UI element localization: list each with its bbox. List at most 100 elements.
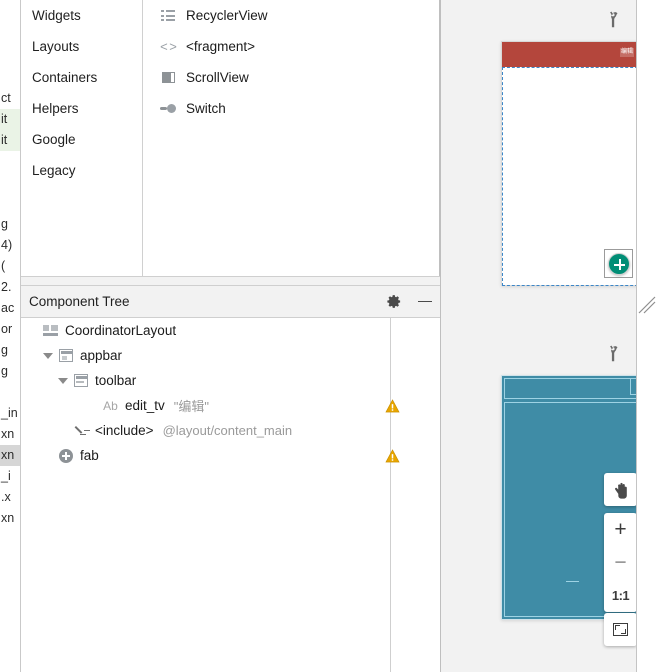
project-tree-row[interactable]: [0, 382, 20, 403]
project-tree-row[interactable]: xn: [0, 424, 20, 445]
component-tree-title: Component Tree: [29, 294, 130, 309]
include-icon: [72, 423, 89, 438]
project-tree-row[interactable]: xn: [0, 508, 20, 529]
project-tree-row[interactable]: g: [0, 214, 20, 235]
project-tree-row[interactable]: [0, 46, 20, 67]
fab-icon: [57, 448, 74, 463]
palette-category-containers[interactable]: Containers: [21, 62, 142, 93]
fit-to-screen-button[interactable]: [604, 613, 637, 646]
palette-item[interactable]: Switch: [144, 93, 439, 124]
warning-icon[interactable]: [385, 448, 400, 463]
wrench-icon[interactable]: [605, 345, 621, 363]
palette-item[interactable]: ScrollView: [144, 62, 439, 93]
blueprint-toolbar: [504, 378, 636, 399]
project-tree-row[interactable]: [0, 25, 20, 46]
list-icon: [159, 8, 177, 24]
fit-to-screen-icon: [613, 623, 628, 636]
actual-size-button[interactable]: 1:1: [604, 579, 637, 612]
component-tree-node-subtext: "编辑": [173, 399, 210, 414]
project-tree-row[interactable]: it: [0, 109, 20, 130]
palette-category-widgets[interactable]: Widgets: [21, 0, 142, 31]
scrollview-icon: [159, 70, 177, 86]
palette-item-label: ScrollView: [186, 70, 249, 85]
zoom-in-button[interactable]: +: [604, 513, 637, 546]
toolbar-icon: [72, 373, 89, 388]
component-tree-node[interactable]: Ab edit_tv "编辑": [21, 393, 440, 418]
project-tree-row[interactable]: _in: [0, 403, 20, 424]
horizontal-splitter[interactable]: [21, 276, 440, 286]
palette-item-label: RecyclerView: [186, 8, 268, 23]
palette-category-legacy[interactable]: Legacy: [21, 155, 142, 186]
zoom-button-stack[interactable]: + − 1:1: [604, 513, 637, 612]
palette-item-label: <fragment>: [186, 39, 256, 54]
palette-category-list[interactable]: Widgets Layouts Containers Helpers Google Leg…: [21, 0, 143, 276]
palette-category-layouts[interactable]: Layouts: [21, 31, 142, 62]
wrench-icon[interactable]: [605, 11, 621, 29]
component-tree-node-label: CoordinatorLayout: [65, 323, 177, 338]
coordinator-layout-icon: [42, 323, 59, 338]
component-tree-node[interactable]: toolbar: [21, 368, 440, 393]
palette-item-label: Switch: [186, 101, 226, 116]
project-tree-row[interactable]: ac: [0, 298, 20, 319]
design-preview-device[interactable]: 编辑: [501, 41, 636, 286]
palette-category-google[interactable]: Google: [21, 124, 142, 155]
project-tree-row[interactable]: [0, 172, 20, 193]
right-rail: [636, 0, 658, 672]
appbar-icon: [57, 348, 74, 363]
blueprint-fab-outline: [566, 581, 579, 582]
layout-editor-window: ct it it g 4)(2. ac or g g _in xn xn _i .x xn Widgets L…: [0, 0, 658, 672]
project-tree-row[interactable]: [0, 151, 20, 172]
palette-item[interactable]: < > <fragment>: [144, 31, 439, 62]
project-tree-row[interactable]: ct: [0, 88, 20, 109]
component-tree-header: Component Tree: [21, 286, 440, 318]
project-tree-row[interactable]: [0, 67, 20, 88]
component-tree-node-label: appbar: [80, 348, 123, 363]
preview-toolbar[interactable]: 编辑: [502, 42, 636, 67]
chevron-down-icon[interactable]: [42, 349, 55, 362]
warning-icon[interactable]: [385, 398, 400, 413]
project-tree-row[interactable]: g: [0, 340, 20, 361]
project-tree-row[interactable]: 4): [0, 235, 20, 256]
component-tree-node[interactable]: CoordinatorLayout: [21, 318, 440, 343]
project-tree-row[interactable]: .x: [0, 487, 20, 508]
component-tree-node[interactable]: <include> @layout/content_main: [21, 418, 440, 443]
component-tree-node-label: fab: [80, 448, 99, 463]
project-tree-row[interactable]: [0, 193, 20, 214]
project-tree-row[interactable]: or: [0, 319, 20, 340]
zoom-out-button[interactable]: −: [604, 546, 637, 579]
preview-toolbar-edit-text: 编辑: [619, 48, 634, 57]
component-tree-node-label: <include>: [95, 423, 154, 438]
gear-icon[interactable]: [387, 294, 402, 309]
project-tree-row[interactable]: _i: [0, 466, 20, 487]
palette-category-helpers[interactable]: Helpers: [21, 93, 142, 124]
code-brackets-icon: < >: [160, 39, 177, 54]
preview-fab[interactable]: [608, 253, 630, 275]
pan-hand-button[interactable]: [604, 473, 637, 506]
resize-grip-icon[interactable]: [638, 292, 656, 314]
project-tree-row[interactable]: it: [0, 130, 20, 151]
project-tree-row[interactable]: [0, 4, 20, 25]
component-tree-node-subtext: @layout/content_main: [162, 423, 293, 438]
project-tree-row[interactable]: 2.: [0, 277, 20, 298]
component-tree-node[interactable]: fab: [21, 443, 440, 468]
minimize-icon[interactable]: [418, 295, 432, 309]
component-tree-body[interactable]: CoordinatorLayout appbar toolbar Ab edit_tv "…: [21, 318, 440, 672]
component-tree-node[interactable]: appbar: [21, 343, 440, 368]
component-tree-node-label: toolbar: [95, 373, 137, 388]
component-tree-panel: Component Tree CoordinatorLayout appbar to…: [21, 286, 440, 672]
pan-hand-icon: [612, 481, 629, 499]
chevron-down-icon[interactable]: [57, 374, 70, 387]
component-tree-node-label: edit_tv: [125, 398, 165, 413]
project-tree-row[interactable]: g: [0, 361, 20, 382]
textview-ab-icon: Ab: [103, 398, 118, 413]
switch-icon: [159, 101, 177, 117]
project-tree-gutter[interactable]: ct it it g 4)(2. ac or g g _in xn xn _i .x xn: [0, 0, 21, 672]
project-tree-row[interactable]: xn: [0, 445, 20, 466]
palette-item[interactable]: RecyclerView: [144, 0, 439, 31]
palette-item-list[interactable]: RecyclerView < > <fragment> ScrollView Switc…: [144, 0, 440, 276]
project-tree-row[interactable]: (: [0, 256, 20, 277]
